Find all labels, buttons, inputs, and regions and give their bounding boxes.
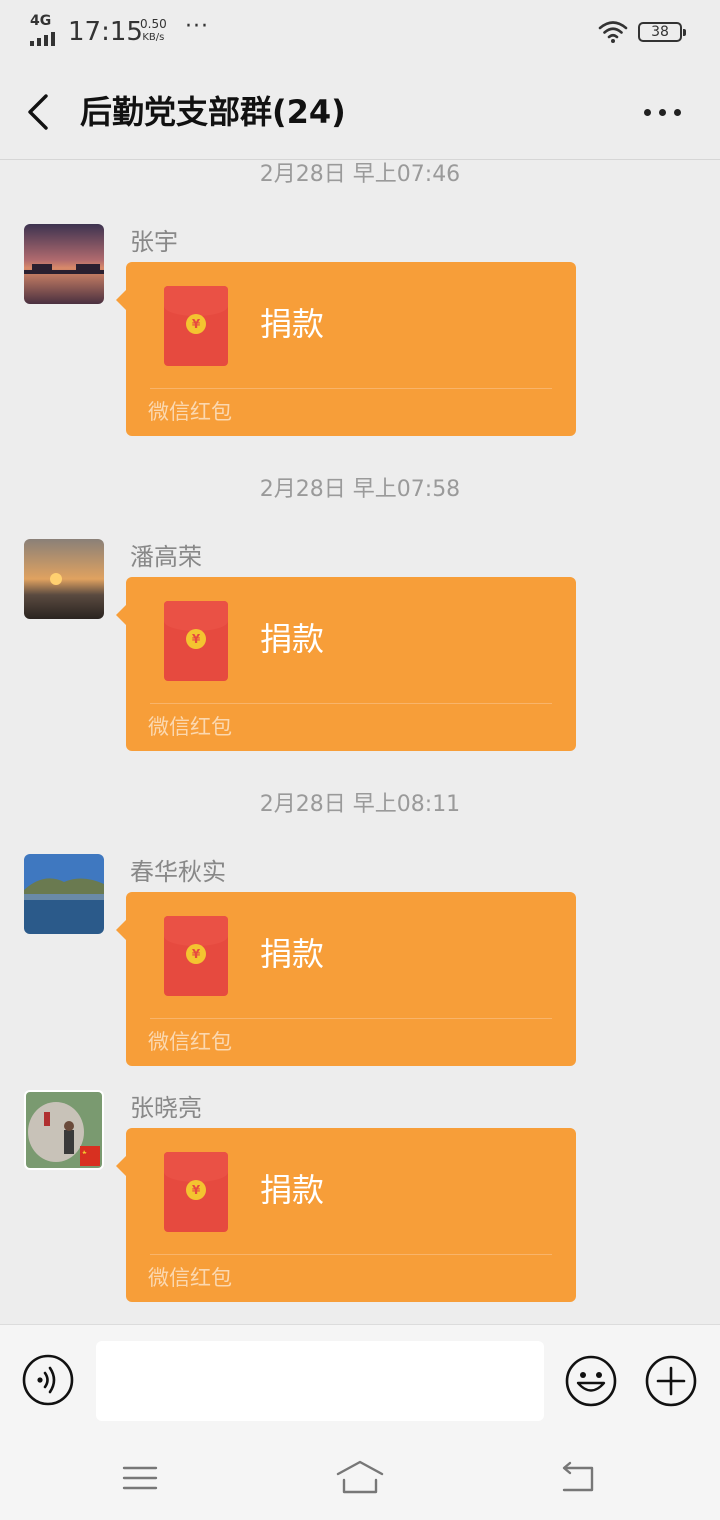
packet-footer: 微信红包	[148, 400, 232, 424]
emoji-icon[interactable]	[564, 1354, 618, 1408]
avatar[interactable]	[24, 224, 104, 304]
avatar[interactable]	[24, 1090, 104, 1170]
red-envelope-icon: ¥	[164, 916, 228, 996]
signal-icon	[30, 32, 60, 46]
menu-icon[interactable]	[120, 1462, 160, 1494]
red-envelope-icon: ¥	[164, 1152, 228, 1232]
message-item: 张晓亮 ¥ 捐款 微信红包	[0, 1090, 720, 1310]
message-item: 潘高荣 ¥ 捐款 微信红包	[0, 539, 720, 759]
packet-footer: 微信红包	[148, 1266, 232, 1290]
chevron-left-icon[interactable]	[20, 90, 60, 134]
red-envelope-icon: ¥	[164, 286, 228, 366]
plus-icon[interactable]	[644, 1354, 698, 1408]
net-speed-unit: KB/s	[142, 32, 165, 43]
status-more: ···	[185, 14, 209, 39]
message-input[interactable]	[96, 1341, 544, 1421]
red-envelope-icon: ¥	[164, 601, 228, 681]
network-indicator: 4G	[30, 13, 60, 46]
packet-title: 捐款	[260, 305, 325, 343]
timestamp: 2月28日 早上07:46	[259, 162, 461, 187]
back-icon[interactable]	[556, 1460, 600, 1496]
system-nav-bar	[0, 1438, 720, 1520]
net-speed: 0.50 KB/s	[140, 18, 167, 44]
home-icon[interactable]	[334, 1458, 386, 1498]
avatar[interactable]	[24, 854, 104, 934]
sender-name: 春华秋实	[130, 858, 226, 886]
red-packet[interactable]: ¥ 捐款 微信红包	[116, 262, 576, 436]
timestamp: 2月28日 早上07:58	[259, 477, 461, 502]
packet-footer: 微信红包	[148, 1030, 232, 1054]
status-bar: 4G 17:15 0.50 KB/s ··· 38	[0, 0, 720, 64]
chat-header: 后勤党支部群(24)	[0, 64, 720, 160]
network-type: 4G	[30, 13, 52, 29]
red-packet[interactable]: ¥ 捐款 微信红包	[116, 577, 576, 751]
red-packet[interactable]: ¥ 捐款 微信红包	[116, 892, 576, 1066]
red-packet[interactable]: ¥ 捐款 微信红包	[116, 1128, 576, 1302]
chat-title[interactable]: 后勤党支部群(24)	[80, 90, 346, 134]
battery-icon: 38	[638, 22, 686, 42]
message-item: 张宇 ¥ 捐款 微信红包	[0, 224, 720, 444]
net-speed-value: 0.50	[140, 17, 167, 31]
sender-name: 张宇	[130, 228, 178, 256]
more-dots-icon[interactable]	[640, 94, 686, 130]
message-item: 春华秋实 ¥ 捐款 微信红包	[0, 854, 720, 1074]
packet-footer: 微信红包	[148, 715, 232, 739]
message-list[interactable]: 2月28日 早上07:46 张宇 ¥ 捐款 微信红包 2月28日 早上07:58	[0, 160, 720, 1324]
sender-name: 潘高荣	[130, 543, 202, 571]
sender-name: 张晓亮	[130, 1094, 202, 1122]
clock: 17:15	[68, 17, 143, 47]
input-bar	[0, 1324, 720, 1438]
packet-title: 捐款	[260, 1171, 325, 1209]
timestamp: 2月28日 早上08:11	[259, 792, 461, 817]
battery-level: 38	[651, 24, 669, 40]
avatar[interactable]	[24, 539, 104, 619]
voice-icon[interactable]	[22, 1354, 74, 1406]
packet-title: 捐款	[260, 620, 325, 658]
wifi-icon	[598, 21, 628, 43]
packet-title: 捐款	[260, 935, 325, 973]
